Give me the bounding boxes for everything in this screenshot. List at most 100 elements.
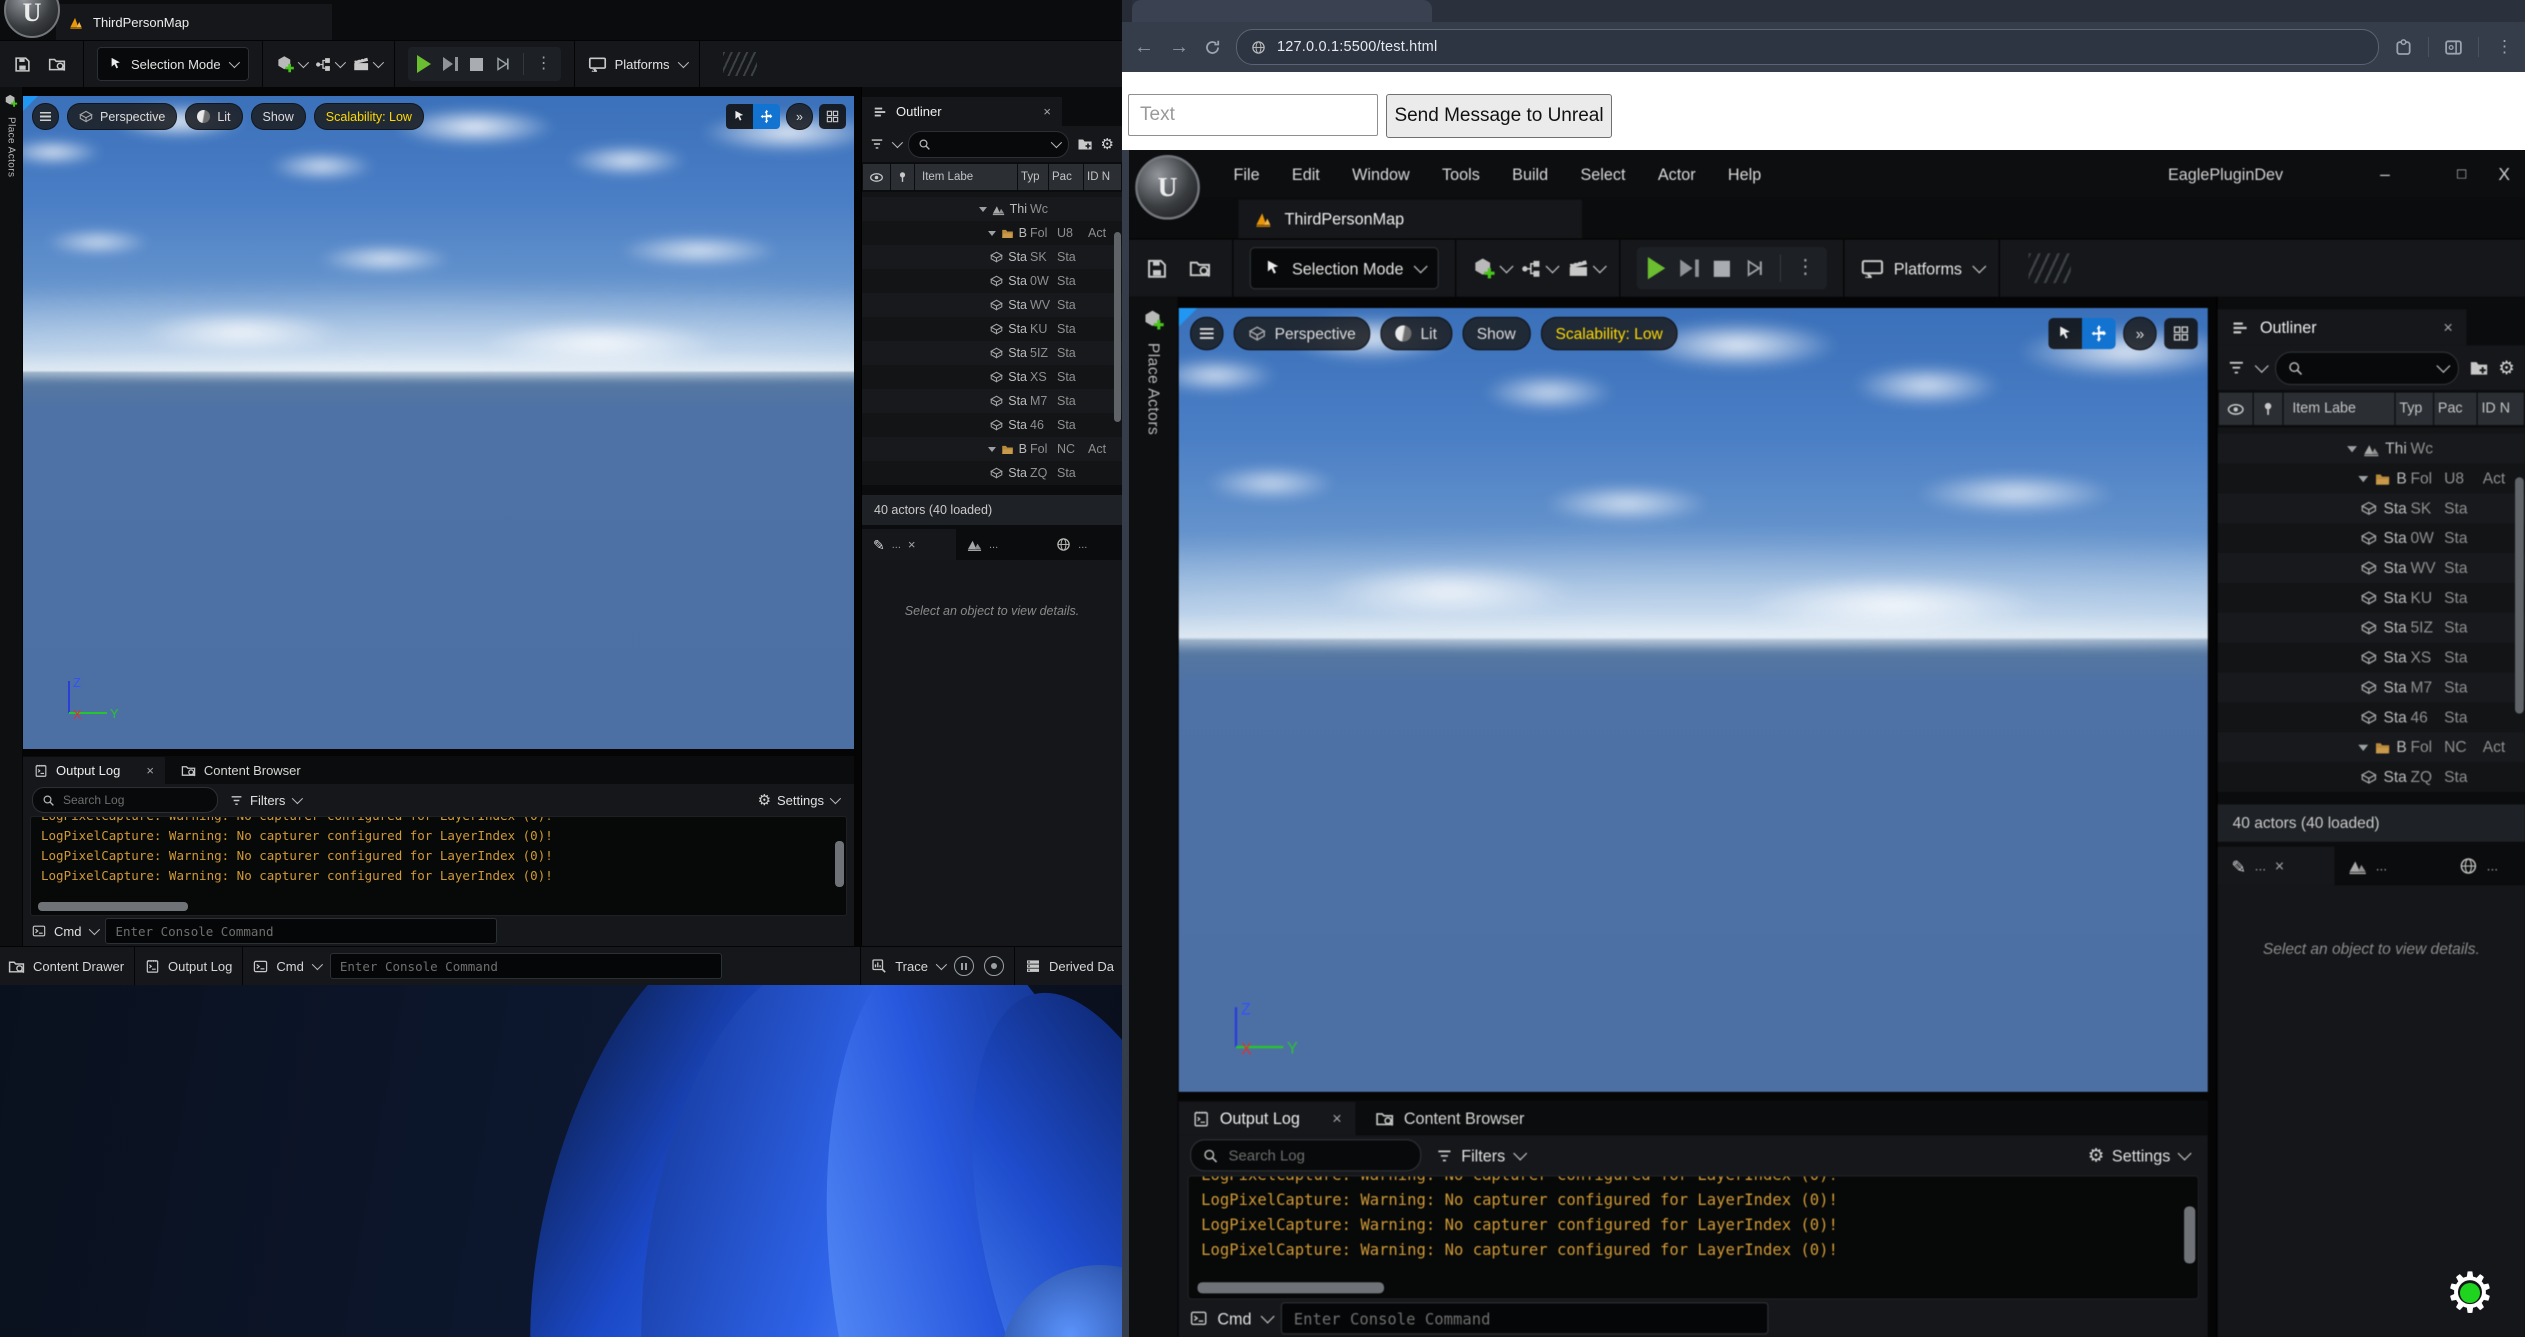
stop-button[interactable]: [1713, 260, 1729, 276]
add-actor-button[interactable]: [1472, 256, 1509, 280]
visibility-column-header[interactable]: [2219, 393, 2253, 425]
package-column-header[interactable]: Pac: [2434, 393, 2476, 425]
table-row[interactable]: StaSKSta: [2218, 493, 2525, 523]
scalability-button[interactable]: Scalability: Low: [1541, 317, 1678, 351]
play-options-menu[interactable]: ⋮: [536, 56, 552, 72]
tab-outliner[interactable]: Outliner ×: [2218, 309, 2467, 345]
tab-details[interactable]: ✎...×: [862, 529, 956, 560]
lit-button[interactable]: Lit: [185, 103, 242, 130]
viewport-menu-button[interactable]: [1190, 317, 1224, 351]
add-actor-button[interactable]: [276, 55, 306, 74]
play-button[interactable]: [417, 55, 431, 73]
table-row[interactable]: StaWVSta: [862, 293, 1122, 317]
back-button[interactable]: ←: [1134, 37, 1154, 57]
table-row[interactable]: Sta46Sta: [862, 413, 1122, 437]
table-row[interactable]: StaXSSta: [2218, 643, 2525, 673]
derived-data-button[interactable]: Derived Da: [1025, 958, 1114, 974]
message-text-input[interactable]: [1128, 94, 1378, 136]
close-icon[interactable]: ×: [146, 764, 154, 777]
cmd-label[interactable]: Cmd: [1217, 1309, 1251, 1328]
table-row[interactable]: StaM7Sta: [862, 389, 1122, 413]
selection-mode-dropdown[interactable]: Selection Mode: [97, 47, 249, 81]
tab-content-browser[interactable]: Content Browser: [1355, 1102, 1544, 1136]
expand-arrow-icon[interactable]: [2358, 475, 2368, 481]
table-row[interactable]: StaM7Sta: [2218, 673, 2525, 703]
cmd-dropdown[interactable]: Cmd: [253, 959, 319, 974]
vertical-scrollbar[interactable]: [2184, 1206, 2195, 1263]
selection-mode-dropdown[interactable]: Selection Mode: [1250, 247, 1439, 289]
id-column-header[interactable]: ID N: [1084, 164, 1121, 190]
show-button[interactable]: Show: [1462, 317, 1531, 351]
level-viewport[interactable]: Perspective Lit Show Scalability: Low »: [1179, 308, 2208, 1092]
tab-world-partition[interactable]: ...: [2446, 847, 2512, 886]
table-row[interactable]: Sta0WSta: [2218, 523, 2525, 553]
more-tools-button[interactable]: »: [786, 103, 813, 130]
type-column-header[interactable]: Typ: [1018, 164, 1048, 190]
console-command-input[interactable]: [105, 918, 497, 944]
forward-button[interactable]: →: [1169, 37, 1189, 57]
table-row[interactable]: StaXSSta: [862, 365, 1122, 389]
menu-build[interactable]: Build: [1512, 164, 1548, 183]
status-console-input[interactable]: [330, 953, 722, 979]
table-row[interactable]: BFolU8Act: [2218, 464, 2525, 494]
tab-details[interactable]: ✎...×: [2218, 847, 2335, 886]
maximize-button[interactable]: □: [2457, 165, 2466, 182]
menu-actor[interactable]: Actor: [1658, 164, 1696, 183]
send-message-button[interactable]: Send Message to Unreal: [1386, 94, 1612, 138]
new-folder-icon[interactable]: [1077, 136, 1093, 152]
select-tool-button[interactable]: [726, 104, 753, 129]
blueprints-button[interactable]: [315, 56, 343, 73]
reload-button[interactable]: [1204, 39, 1221, 56]
browser-menu-button[interactable]: ⋮: [2496, 37, 2513, 57]
table-row[interactable]: StaZQSta: [2218, 762, 2525, 792]
content-browser-button[interactable]: [1184, 252, 1216, 284]
stop-button[interactable]: [470, 58, 483, 71]
close-icon[interactable]: ×: [908, 538, 916, 551]
insights-status-icon[interactable]: [954, 956, 974, 976]
vertical-scrollbar[interactable]: [835, 841, 844, 887]
chevron-down-icon[interactable]: [2255, 359, 2269, 373]
outliner-search-box[interactable]: [908, 131, 1069, 158]
extensions-icon[interactable]: [2394, 38, 2413, 57]
close-icon[interactable]: ×: [1332, 1111, 1341, 1127]
filter-icon[interactable]: [870, 137, 884, 151]
gear-icon[interactable]: ⚙: [2498, 358, 2515, 377]
gear-icon[interactable]: ⚙: [1101, 137, 1114, 152]
window-close-button[interactable]: X: [2498, 164, 2510, 184]
menu-select[interactable]: Select: [1581, 164, 1626, 183]
scalability-button[interactable]: Scalability: Low: [314, 103, 424, 130]
platforms-dropdown[interactable]: Platforms: [588, 55, 686, 74]
expand-arrow-icon[interactable]: [979, 207, 987, 212]
level-viewport[interactable]: Perspective Lit Show Scalability: Low »: [23, 96, 854, 749]
expand-arrow-icon[interactable]: [2347, 445, 2357, 451]
table-row[interactable]: ThiWc: [2218, 434, 2525, 464]
frame-skip-button[interactable]: [1680, 259, 1699, 276]
viewport-layout-button[interactable]: [2164, 318, 2198, 349]
toolbar-grip[interactable]: [723, 52, 757, 76]
expand-arrow-icon[interactable]: [988, 231, 996, 236]
console-command-input[interactable]: [1281, 1302, 1769, 1334]
log-search-box[interactable]: [32, 787, 218, 813]
toolbar-grip[interactable]: [2028, 253, 2070, 283]
more-tools-button[interactable]: »: [2123, 317, 2157, 351]
move-tool-button[interactable]: [753, 104, 780, 129]
menu-help[interactable]: Help: [1728, 164, 1761, 183]
table-row[interactable]: StaZQSta: [862, 461, 1122, 485]
frame-skip-button[interactable]: [443, 57, 458, 71]
move-tool-button[interactable]: [2082, 318, 2116, 349]
site-info-globe-icon[interactable]: [1251, 40, 1266, 55]
menu-edit[interactable]: Edit: [1292, 164, 1320, 183]
tab-output-log[interactable]: Output Log ×: [1179, 1102, 1356, 1136]
play-options-menu[interactable]: ⋮: [1795, 258, 1815, 278]
advance-button[interactable]: [495, 56, 511, 72]
table-row[interactable]: StaKUSta: [2218, 583, 2525, 613]
id-column-header[interactable]: ID N: [2478, 393, 2524, 425]
blueprints-button[interactable]: [1520, 258, 1555, 279]
table-row[interactable]: Sta0WSta: [862, 269, 1122, 293]
menu-file[interactable]: File: [1234, 164, 1260, 183]
table-row[interactable]: Sta46Sta: [2218, 702, 2525, 732]
select-tool-button[interactable]: [2048, 318, 2082, 349]
close-icon[interactable]: ×: [2275, 858, 2284, 874]
show-button[interactable]: Show: [251, 103, 306, 130]
cinematics-button[interactable]: [1566, 257, 1602, 279]
